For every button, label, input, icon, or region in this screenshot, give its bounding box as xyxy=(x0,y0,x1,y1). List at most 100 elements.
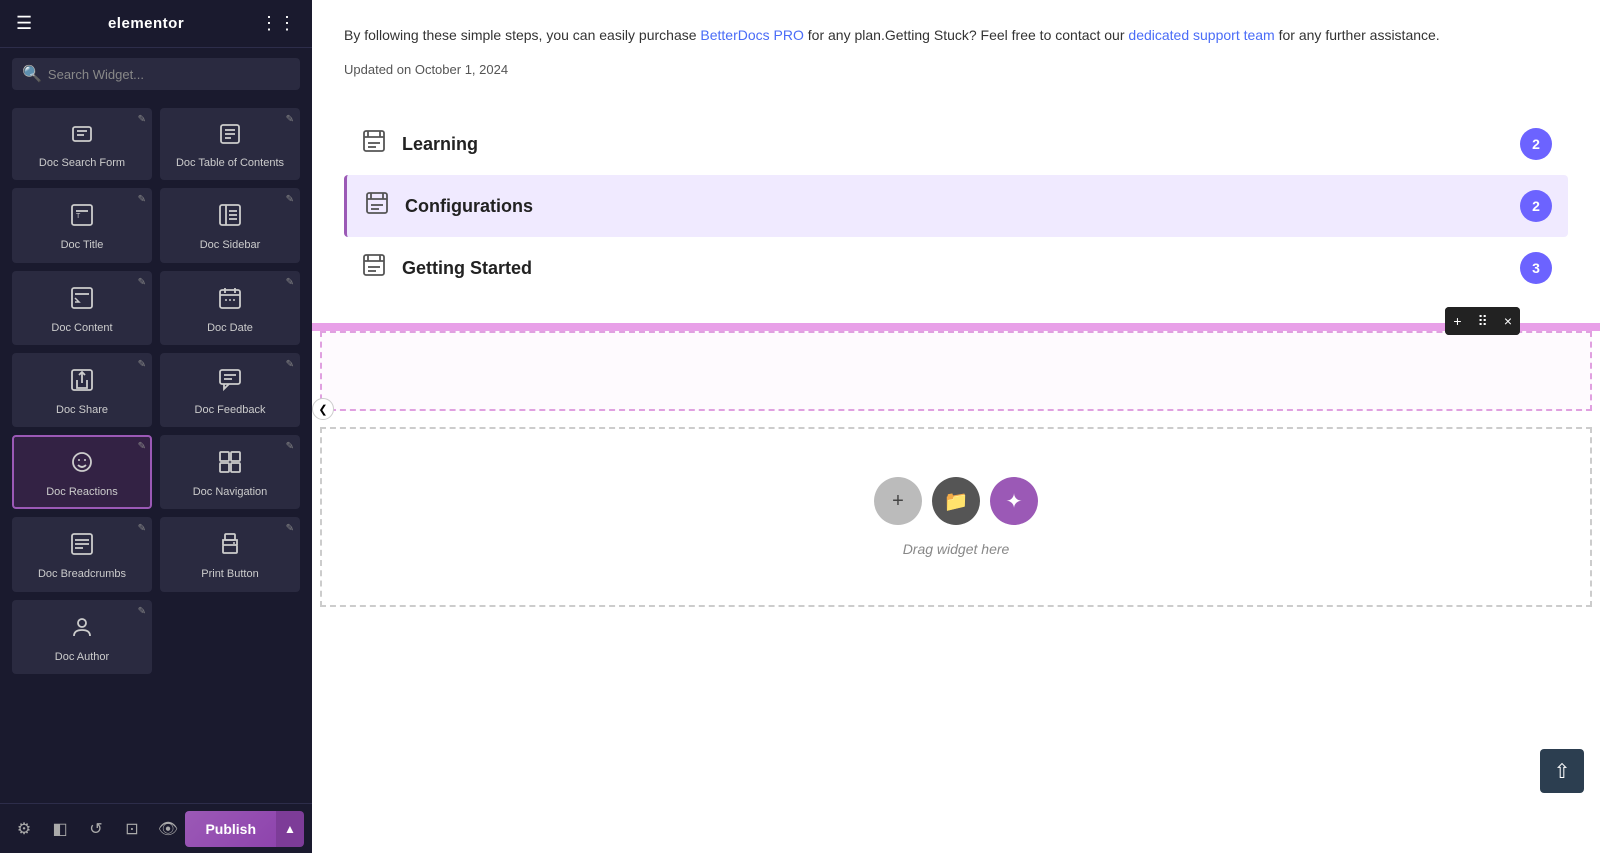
main-content: ❮ By following these simple steps, you c… xyxy=(312,0,1600,853)
widget-label: Doc Title xyxy=(61,238,104,252)
widget-card-doc-navigation[interactable]: ✎ Doc Navigation xyxy=(160,435,300,509)
doc-updated: Updated on October 1, 2024 xyxy=(344,62,1568,77)
widget-card-doc-feedback[interactable]: ✎ Doc Feedback xyxy=(160,353,300,427)
widget-icon-doc-author xyxy=(69,614,95,644)
responsive-icon-btn[interactable]: ⊡ xyxy=(116,813,148,845)
betterdocs-link[interactable]: BetterDocs PRO xyxy=(700,27,803,43)
drag-ai-button[interactable]: ✦ xyxy=(990,477,1038,525)
edit-icon: ✎ xyxy=(138,523,146,534)
edit-icon: ✎ xyxy=(138,359,146,370)
category-label-learning: Learning xyxy=(402,134,1506,155)
grid-icon[interactable]: ⋮⋮ xyxy=(260,13,296,34)
widgets-grid: ✎ T Doc Title ✎ xyxy=(0,180,312,803)
pink-dashed-row xyxy=(320,331,1592,411)
search-input-wrap[interactable]: 🔍 xyxy=(12,58,300,90)
toolbar-close-button[interactable]: × xyxy=(1496,307,1520,335)
widget-label: Doc Navigation xyxy=(193,485,268,499)
category-badge-configurations: 2 xyxy=(1520,190,1552,222)
widget-icon-doc-title: T xyxy=(69,202,95,232)
edit-icon: ✎ xyxy=(286,194,294,205)
category-label-getting-started: Getting Started xyxy=(402,258,1506,279)
edit-icon: ✎ xyxy=(138,277,146,288)
category-item-configurations[interactable]: Configurations 2 xyxy=(344,175,1568,237)
bottom-bar: ⚙ ◧ ↺ ⊡ 👁 Publish ▲ xyxy=(0,803,312,853)
widget-icon-doc-breadcrumbs xyxy=(69,531,95,561)
drag-label: Drag widget here xyxy=(903,541,1010,557)
drag-widget-section: + 📁 ✦ Drag widget here xyxy=(320,427,1592,607)
widget-icon-print-button xyxy=(217,531,243,561)
eye-icon-btn[interactable]: 👁 xyxy=(152,813,184,845)
edit-icon: ✎ xyxy=(286,114,294,125)
widget-icon-doc-navigation xyxy=(217,449,243,479)
history-icon-btn[interactable]: ↺ xyxy=(80,813,112,845)
widget-label: Doc Table of Contents xyxy=(176,156,284,170)
search-input[interactable] xyxy=(48,67,290,82)
category-badge-getting-started: 3 xyxy=(1520,252,1552,284)
category-list: Learning 2 Configurations 2 xyxy=(312,113,1600,299)
brand-logo: elementor xyxy=(108,15,184,32)
category-item-getting-started[interactable]: Getting Started 3 xyxy=(344,237,1568,299)
edit-icon: ✎ xyxy=(286,523,294,534)
category-item-learning[interactable]: Learning 2 xyxy=(344,113,1568,175)
widget-icon-toc xyxy=(218,122,242,150)
widget-icon-doc-share xyxy=(69,367,95,397)
publish-group: Publish ▲ xyxy=(185,811,304,847)
widget-icon-doc-feedback xyxy=(217,367,243,397)
widget-icon-doc-date xyxy=(217,285,243,315)
widget-icon-doc-sidebar xyxy=(217,202,243,232)
drag-add-button[interactable]: + xyxy=(874,477,922,525)
publish-button[interactable]: Publish xyxy=(185,811,276,847)
widget-card-doc-content[interactable]: ✎ Doc Content xyxy=(12,271,152,345)
edit-icon: ✎ xyxy=(286,277,294,288)
category-badge-learning: 2 xyxy=(1520,128,1552,160)
layers-icon-btn[interactable]: ◧ xyxy=(44,813,76,845)
doc-body-text: By following these simple steps, you can… xyxy=(344,24,1568,46)
bottom-icons: ⚙ ◧ ↺ ⊡ 👁 xyxy=(8,813,184,845)
settings-icon-btn[interactable]: ⚙ xyxy=(8,813,40,845)
widget-label: Doc Search Form xyxy=(39,156,125,170)
widget-label: Doc Content xyxy=(51,321,112,335)
toolbar-add-button[interactable]: + xyxy=(1445,307,1469,335)
drag-folder-button[interactable]: 📁 xyxy=(932,477,980,525)
top-widgets-row: ✎ Doc Search Form ✎ Doc Table o xyxy=(0,100,312,180)
top-bar: ☰ elementor ⋮⋮ xyxy=(0,0,312,48)
edit-icon: ✎ xyxy=(286,359,294,370)
edit-icon: ✎ xyxy=(138,606,146,617)
widget-label: Doc Sidebar xyxy=(200,238,261,252)
category-label-configurations: Configurations xyxy=(405,196,1506,217)
widget-label: Doc Author xyxy=(55,650,109,664)
widget-card-doc-search-form[interactable]: ✎ Doc Search Form xyxy=(12,108,152,180)
widget-card-doc-reactions[interactable]: ✎ Doc Reactions xyxy=(12,435,152,509)
edit-icon: ✎ xyxy=(138,194,146,205)
widget-card-doc-share[interactable]: ✎ Doc Share xyxy=(12,353,152,427)
widget-label: Doc Date xyxy=(207,321,253,335)
widget-card-doc-table-of-contents[interactable]: ✎ Doc Table of Contents xyxy=(160,108,300,180)
widget-card-print-button[interactable]: ✎ Print Button xyxy=(160,517,300,591)
scroll-to-top-button[interactable]: ⇧ xyxy=(1540,749,1584,793)
widget-label: Print Button xyxy=(201,567,258,581)
support-link[interactable]: dedicated support team xyxy=(1128,27,1274,43)
category-icon-getting-started xyxy=(360,251,388,285)
category-icon-learning xyxy=(360,127,388,161)
edit-icon: ✎ xyxy=(138,441,146,452)
edit-icon: ✎ xyxy=(138,114,146,125)
widget-card-doc-date[interactable]: ✎ Doc Date xyxy=(160,271,300,345)
widget-card-doc-sidebar[interactable]: ✎ Doc Sidebar xyxy=(160,188,300,262)
collapse-panel-arrow[interactable]: ❮ xyxy=(312,398,334,420)
widget-label: Doc Reactions xyxy=(46,485,118,499)
widget-label: Doc Breadcrumbs xyxy=(38,567,126,581)
widget-icon-search xyxy=(70,122,94,150)
widget-card-doc-breadcrumbs[interactable]: ✎ Doc Breadcrumbs xyxy=(12,517,152,591)
widget-card-doc-title[interactable]: ✎ T Doc Title xyxy=(12,188,152,262)
toolbar-move-button[interactable]: ⠿ xyxy=(1470,307,1496,335)
widget-card-doc-author[interactable]: ✎ Doc Author xyxy=(12,600,152,674)
pink-highlight-bar xyxy=(312,323,1600,331)
edit-icon: ✎ xyxy=(286,441,294,452)
hamburger-icon[interactable]: ☰ xyxy=(16,13,32,34)
doc-text-section: By following these simple steps, you can… xyxy=(312,0,1600,113)
publish-caret-button[interactable]: ▲ xyxy=(276,811,304,847)
toolbar-float: + ⠿ × xyxy=(1445,307,1520,335)
widget-label: Doc Share xyxy=(56,403,108,417)
category-icon-configurations xyxy=(363,189,391,223)
widget-label: Doc Feedback xyxy=(195,403,266,417)
